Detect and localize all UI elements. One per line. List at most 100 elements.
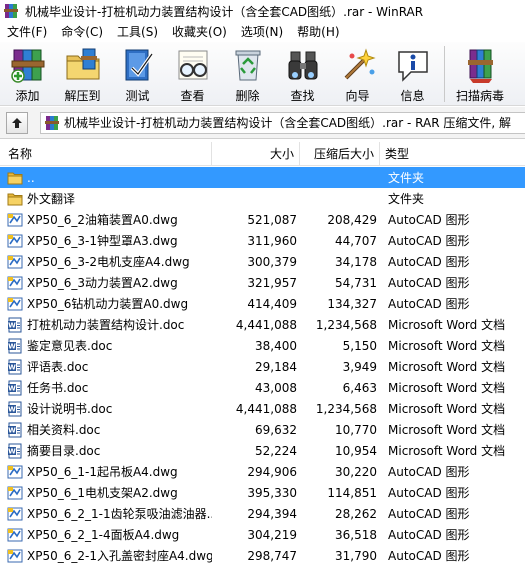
menu-commands[interactable]: 命令(C) (54, 22, 110, 42)
name-cell: XP50_6_1电机支架A2.dwg (0, 484, 212, 501)
delete-button[interactable]: 删除 (220, 42, 275, 104)
svg-text:W: W (8, 426, 16, 434)
toolbar-separator (444, 46, 445, 102)
extract-to-label: 解压到 (64, 89, 101, 103)
wizard-label: 向导 (345, 89, 370, 103)
name-cell: 外文翻译 (0, 190, 212, 207)
menu-options[interactable]: 选项(N) (234, 22, 290, 42)
wizard-button[interactable]: 向导 (330, 42, 385, 104)
word-document-icon: W (8, 359, 22, 374)
file-row[interactable]: W 鉴定意见表.doc 38,400 5,150 Microsoft Word 文档 (0, 335, 525, 356)
column-packed-header[interactable]: 压缩后大小 (300, 141, 380, 166)
word-document-icon: W (8, 380, 22, 395)
file-row[interactable]: W 设计说明书.doc 4,441,088 1,234,568 Microsoft Wo… (0, 398, 525, 419)
add-button[interactable]: 添加 (0, 42, 55, 104)
file-row[interactable]: W 评语表.doc 29,184 3,949 Microsoft Word 文档 (0, 356, 525, 377)
file-row[interactable]: W 相关资料.doc 69,632 10,770 Microsoft Word 文档 (0, 419, 525, 440)
file-name: 摘要目录.doc (27, 444, 101, 458)
file-row[interactable]: XP50_6_2_1-1齿轮泵吸油滤油器... 294,394 28,262 Auto… (0, 503, 525, 524)
file-row[interactable]: XP50_6_3动力装置A2.dwg 321,957 54,731 AutoCAD 图… (0, 272, 525, 293)
menu-favorites[interactable]: 收藏夹(O) (165, 22, 234, 42)
folder-row[interactable]: 外文翻译 文件夹 (0, 188, 525, 209)
file-name: 评语表.doc (27, 360, 89, 374)
file-row[interactable]: XP50_6_2_1-4面板A4.dwg 304,219 36,518 AutoCAD… (0, 524, 525, 545)
file-type: AutoCAD 图形 (388, 255, 470, 269)
menu-tools[interactable]: 工具(S) (110, 22, 165, 42)
file-type: AutoCAD 图形 (388, 276, 470, 290)
extract-to-button[interactable]: 解压到 (55, 42, 110, 104)
column-name-header[interactable]: 名称 (0, 141, 212, 166)
file-size: 52,224 (255, 443, 297, 458)
file-name: 打桩机动力装置结构设计.doc (27, 318, 185, 332)
name-cell: XP50_6_2_1-4面板A4.dwg (0, 526, 212, 543)
file-packed-size: 1,234,568 (315, 401, 377, 416)
name-cell: XP50_6_2油箱装置A0.dwg (0, 211, 212, 228)
view-glasses-icon (178, 50, 207, 80)
view-label: 查看 (180, 89, 205, 103)
file-row[interactable]: W 任务书.doc 43,008 6,463 Microsoft Word 文档 (0, 377, 525, 398)
virus-scan-icon (468, 49, 493, 83)
extract-folder-icon (66, 48, 99, 80)
file-size: 38,400 (255, 338, 297, 353)
file-row[interactable]: W 摘要目录.doc 52,224 10,954 Microsoft Word 文档 (0, 440, 525, 461)
name-cell: W 设计说明书.doc (0, 400, 212, 417)
file-row[interactable]: XP50_6_3-2电机支座A4.dwg 300,379 34,178 AutoCAD… (0, 251, 525, 272)
test-label: 测试 (125, 89, 150, 103)
virus-scan-button[interactable]: 扫描病毒 (449, 42, 511, 104)
info-button[interactable]: 信息 (385, 42, 440, 104)
autocad-file-icon (7, 213, 23, 226)
up-folder-button[interactable] (6, 111, 28, 134)
file-name: XP50_6_2-1入孔盖密封座A4.dwg (27, 549, 212, 563)
file-row[interactable]: XP50_6_3-1钟型罩A3.dwg 311,960 44,707 AutoCAD … (0, 230, 525, 251)
name-cell: W 任务书.doc (0, 379, 212, 396)
file-size: 298,747 (247, 548, 297, 563)
file-type: AutoCAD 图形 (388, 213, 470, 227)
file-name: XP50_6_3-2电机支座A4.dwg (27, 255, 190, 269)
svg-text:W: W (8, 447, 16, 455)
menu-help[interactable]: 帮助(H) (290, 22, 346, 42)
find-button[interactable]: 查找 (275, 42, 330, 104)
file-row[interactable]: XP50_6钻机动力装置A0.dwg 414,409 134,327 AutoCAD … (0, 293, 525, 314)
test-button[interactable]: 测试 (110, 42, 165, 104)
column-size-header[interactable]: 大小 (212, 141, 300, 166)
folder-row[interactable]: .. 文件夹 (0, 167, 525, 188)
svg-text:W: W (8, 342, 16, 350)
file-row[interactable]: XP50_6_2-1入孔盖密封座A4.dwg 298,747 31,790 AutoC… (0, 545, 525, 566)
file-type: Microsoft Word 文档 (388, 339, 506, 353)
file-packed-size: 1,234,568 (315, 317, 377, 332)
file-name: 任务书.doc (27, 381, 89, 395)
file-row[interactable]: W 打桩机动力装置结构设计.doc 4,441,088 1,234,568 Micros… (0, 314, 525, 335)
file-type: AutoCAD 图形 (388, 297, 470, 311)
archive-icon (45, 115, 59, 130)
file-list: .. 文件夹 外文翻译 文件夹 XP50_6_2油箱装置A0.dwg 521,087 208… (0, 167, 525, 566)
file-packed-size: 5,150 (342, 338, 377, 353)
file-size: 29,184 (255, 359, 297, 374)
file-row[interactable]: XP50_6_1-1起吊板A4.dwg 294,906 30,220 AutoCAD … (0, 461, 525, 482)
column-type-header[interactable]: 类型 (380, 142, 525, 166)
menu-file[interactable]: 文件(F) (0, 22, 54, 42)
folder-icon (7, 193, 23, 205)
name-cell: W 评语表.doc (0, 358, 212, 375)
autocad-file-icon (7, 549, 23, 562)
file-size: 4,441,088 (235, 401, 297, 416)
autocad-file-icon (7, 507, 23, 520)
file-row[interactable]: XP50_6_1电机支架A2.dwg 395,330 114,851 AutoCAD … (0, 482, 525, 503)
view-button[interactable]: 查看 (165, 42, 220, 104)
file-packed-size: 3,949 (342, 359, 377, 374)
autocad-file-icon (7, 234, 23, 247)
autocad-file-icon (7, 486, 23, 499)
file-size: 414,409 (247, 296, 297, 311)
svg-text:W: W (8, 321, 16, 329)
word-document-icon: W (8, 422, 22, 437)
svg-text:W: W (8, 384, 16, 392)
name-cell: W 摘要目录.doc (0, 442, 212, 459)
delete-recycle-icon (235, 50, 260, 81)
file-name: XP50_6_2油箱装置A0.dwg (27, 213, 178, 227)
file-type: AutoCAD 图形 (388, 234, 470, 248)
file-size: 4,441,088 (235, 317, 297, 332)
name-cell: XP50_6_2-1入孔盖密封座A4.dwg (0, 547, 212, 564)
path-field[interactable]: 机械毕业设计-打桩机动力装置结构设计（含全套CAD图纸）.rar - RAR 压… (40, 111, 525, 134)
name-cell: XP50_6钻机动力装置A0.dwg (0, 295, 212, 312)
file-row[interactable]: XP50_6_2油箱装置A0.dwg 521,087 208,429 AutoCAD … (0, 209, 525, 230)
file-name: 鉴定意见表.doc (27, 339, 113, 353)
